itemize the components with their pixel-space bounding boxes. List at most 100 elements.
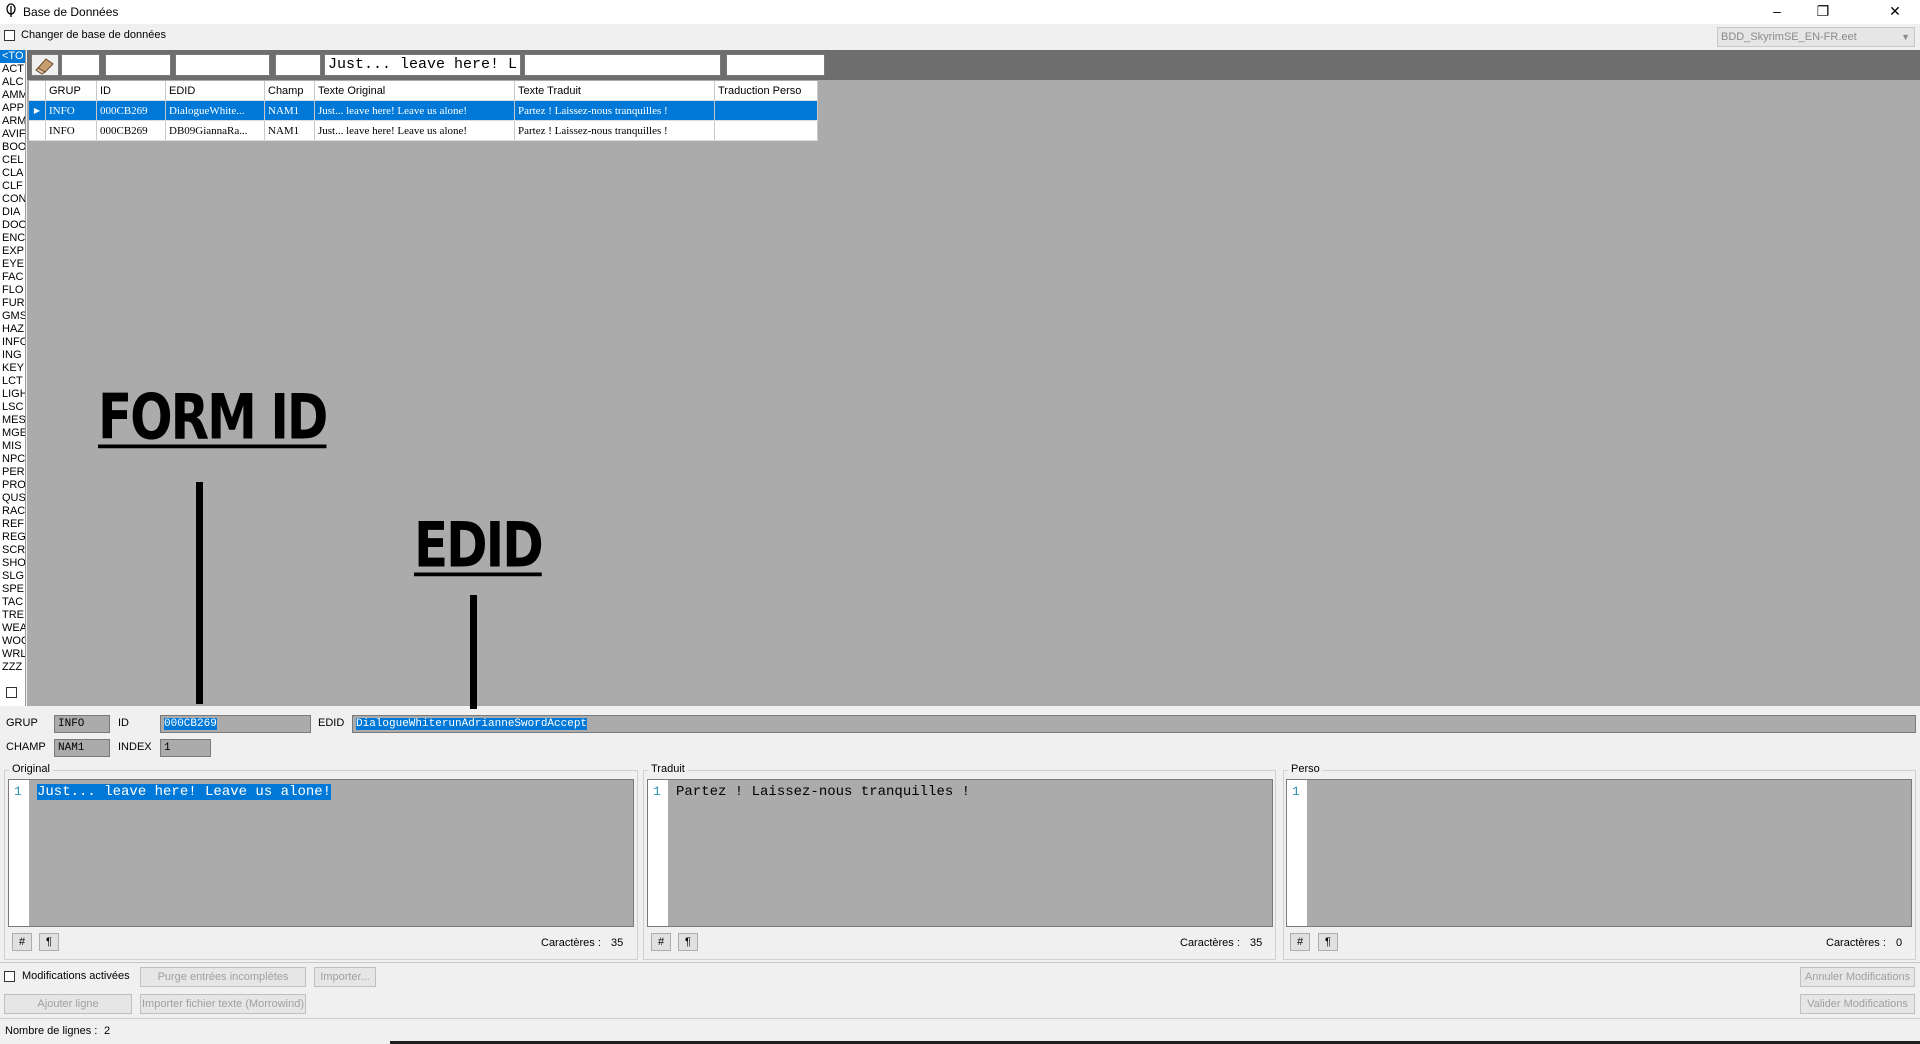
cell-champ[interactable]: NAM1 — [264, 120, 315, 141]
purge-button[interactable]: Purge entrées incomplètes — [140, 967, 306, 987]
cell-traduit[interactable]: Partez ! Laissez-nous tranquilles ! — [514, 120, 715, 141]
cell-perso[interactable] — [714, 120, 818, 141]
index-field[interactable]: 1 — [160, 739, 211, 757]
record-type-item[interactable]: EXP — [0, 245, 25, 258]
record-type-item[interactable]: LSC — [0, 401, 25, 414]
record-type-item[interactable]: CLA — [0, 167, 25, 180]
perso-editor[interactable]: 1 — [1286, 779, 1912, 927]
select-all-types-checkbox[interactable] — [6, 687, 17, 698]
column-header-id[interactable]: ID — [96, 81, 166, 101]
table-row[interactable]: ▶ INFO 000CB269 DialogueWhite... NAM1 Ju… — [29, 100, 818, 121]
clear-filter-button[interactable] — [31, 54, 59, 76]
column-header-original[interactable]: Texte Original — [314, 81, 515, 101]
table-row[interactable]: INFO 000CB269 DB09GiannaRa... NAM1 Just.… — [29, 120, 818, 141]
cell-traduit[interactable]: Partez ! Laissez-nous tranquilles ! — [514, 100, 715, 121]
record-type-item[interactable]: AMM — [0, 89, 25, 102]
filter-grup-input[interactable] — [61, 54, 100, 76]
records-table[interactable]: GRUP ID EDID Champ Texte Original Texte … — [29, 81, 818, 141]
record-type-item[interactable]: <TO — [0, 50, 25, 63]
record-type-item[interactable]: CON — [0, 193, 25, 206]
record-type-item[interactable]: WRL — [0, 648, 25, 661]
db-select[interactable]: BDD_SkyrimSE_EN-FR.eet ▼ — [1717, 27, 1915, 47]
traduit-hash-button[interactable]: # — [651, 933, 671, 951]
modifications-checkbox[interactable] — [4, 971, 15, 982]
record-type-item[interactable]: FAC — [0, 271, 25, 284]
record-type-item[interactable]: RAC — [0, 505, 25, 518]
column-header-perso[interactable]: Traduction Perso — [714, 81, 818, 101]
cell-original[interactable]: Just... leave here! Leave us alone! — [314, 120, 515, 141]
original-editor[interactable]: 1 Just... leave here! Leave us alone! — [8, 779, 634, 927]
filter-perso-input[interactable] — [726, 54, 825, 76]
column-header-edid[interactable]: EDID — [165, 81, 265, 101]
filter-edid-input[interactable] — [175, 54, 270, 76]
record-type-item[interactable]: MES — [0, 414, 25, 427]
record-type-item[interactable]: SCR — [0, 544, 25, 557]
record-type-item[interactable]: FLO — [0, 284, 25, 297]
original-hash-button[interactable]: # — [12, 933, 32, 951]
record-type-item[interactable]: EYE — [0, 258, 25, 271]
cell-id[interactable]: 000CB269 — [96, 100, 166, 121]
record-type-item[interactable]: NPC — [0, 453, 25, 466]
record-type-item[interactable]: INFO — [0, 336, 25, 349]
record-type-item[interactable]: QUS — [0, 492, 25, 505]
record-type-item[interactable]: TRE — [0, 609, 25, 622]
traduit-pilcrow-button[interactable]: ¶ — [678, 933, 698, 951]
perso-hash-button[interactable]: # — [1290, 933, 1310, 951]
record-type-item[interactable]: HAZ — [0, 323, 25, 336]
id-field[interactable]: 000CB269 — [160, 715, 311, 733]
record-type-item[interactable]: ALC — [0, 76, 25, 89]
record-type-item[interactable]: BOO — [0, 141, 25, 154]
record-type-item[interactable]: APP — [0, 102, 25, 115]
column-header-champ[interactable]: Champ — [264, 81, 315, 101]
record-type-item[interactable]: ARM — [0, 115, 25, 128]
record-type-item[interactable]: LIGH — [0, 388, 25, 401]
record-type-item[interactable]: ZZZ — [0, 661, 25, 674]
record-type-item[interactable]: LCT — [0, 375, 25, 388]
record-type-item[interactable]: DIA — [0, 206, 25, 219]
filter-traduit-input[interactable] — [524, 54, 721, 76]
traduit-editor[interactable]: 1 Partez ! Laissez-nous tranquilles ! — [647, 779, 1273, 927]
record-type-item[interactable]: REF — [0, 518, 25, 531]
filter-id-input[interactable] — [105, 54, 171, 76]
filter-champ-input[interactable] — [275, 54, 321, 76]
record-type-item[interactable]: PER — [0, 466, 25, 479]
importer-fichier-button[interactable]: Importer fichier texte (Morrowind) — [140, 994, 306, 1014]
record-type-item[interactable]: SPE — [0, 583, 25, 596]
ajouter-ligne-button[interactable]: Ajouter ligne — [4, 994, 132, 1014]
record-type-item[interactable]: DOO — [0, 219, 25, 232]
record-type-item[interactable]: SHO — [0, 557, 25, 570]
record-type-item[interactable]: SLG — [0, 570, 25, 583]
importer-button[interactable]: Importer... — [314, 967, 376, 987]
annuler-button[interactable]: Annuler Modifications — [1800, 967, 1915, 987]
record-type-item[interactable]: ENC — [0, 232, 25, 245]
record-type-item[interactable]: PRO — [0, 479, 25, 492]
cell-edid[interactable]: DB09GiannaRa... — [165, 120, 265, 141]
restore-button[interactable]: ❐ — [1800, 0, 1846, 24]
cell-grup[interactable]: INFO — [45, 100, 97, 121]
grup-field[interactable]: INFO — [54, 715, 110, 733]
cell-id[interactable]: 000CB269 — [96, 120, 166, 141]
record-type-item[interactable]: CLF — [0, 180, 25, 193]
column-header-grup[interactable]: GRUP — [45, 81, 97, 101]
cell-edid[interactable]: DialogueWhite... — [165, 100, 265, 121]
close-button[interactable]: ✕ — [1872, 0, 1918, 24]
record-type-item[interactable]: TAC — [0, 596, 25, 609]
record-type-item[interactable]: KEY — [0, 362, 25, 375]
record-type-item[interactable]: GMS — [0, 310, 25, 323]
record-type-item[interactable]: AVIF — [0, 128, 25, 141]
record-type-item[interactable]: FUR — [0, 297, 25, 310]
record-type-item[interactable]: MIS — [0, 440, 25, 453]
column-header-traduit[interactable]: Texte Traduit — [514, 81, 715, 101]
cell-grup[interactable]: INFO — [45, 120, 97, 141]
record-type-list[interactable]: <TOACTALCAMMAPPARMAVIFBOOCELCLACLFCONDIA… — [0, 50, 26, 706]
record-type-item[interactable]: ING — [0, 349, 25, 362]
minimize-button[interactable]: – — [1754, 0, 1800, 24]
record-type-item[interactable]: REG — [0, 531, 25, 544]
cell-champ[interactable]: NAM1 — [264, 100, 315, 121]
edid-field[interactable]: DialogueWhiterunAdrianneSwordAccept — [352, 715, 1916, 733]
cell-original[interactable]: Just... leave here! Leave us alone! — [314, 100, 515, 121]
record-type-item[interactable]: ACT — [0, 63, 25, 76]
champ-field[interactable]: NAM1 — [54, 739, 110, 757]
record-type-item[interactable]: CEL — [0, 154, 25, 167]
record-type-item[interactable]: MGE — [0, 427, 25, 440]
